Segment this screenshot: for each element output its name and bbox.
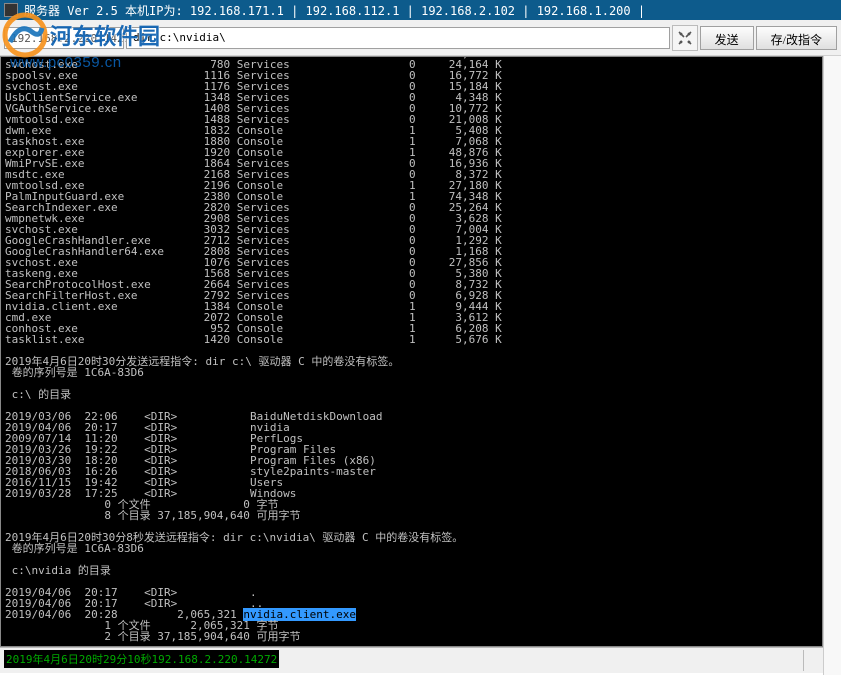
app-icon xyxy=(4,3,18,17)
window-title: 服务器 Ver 2.5 本机IP为: 192.168.171.1 | 192.1… xyxy=(24,2,645,19)
status-text: 2019年4月6日20时29分10秒192.168.2.220.14272 xyxy=(4,650,279,668)
send-button[interactable]: 发送 xyxy=(700,26,754,50)
status-bar: 2019年4月6日20时29分10秒192.168.2.220.14272 xyxy=(0,647,823,673)
console-output[interactable]: svchost.exe 936 Services 0 37,776 K svch… xyxy=(0,56,823,647)
tools-icon[interactable] xyxy=(672,25,698,51)
client-ip-display: 192.168.2.220.14272 xyxy=(4,27,124,49)
toolbar: 192.168.2.220.14272 发送 存/改指令 xyxy=(0,20,841,56)
right-side-panel xyxy=(823,56,841,675)
window-titlebar: 服务器 Ver 2.5 本机IP为: 192.168.171.1 | 192.1… xyxy=(0,0,841,20)
save-cmd-button[interactable]: 存/改指令 xyxy=(756,26,837,50)
command-input[interactable] xyxy=(126,27,670,49)
main-area: svchost.exe 936 Services 0 37,776 K svch… xyxy=(0,56,841,675)
console-wrapper: svchost.exe 936 Services 0 37,776 K svch… xyxy=(0,56,823,675)
status-scrollbar[interactable] xyxy=(803,650,819,671)
